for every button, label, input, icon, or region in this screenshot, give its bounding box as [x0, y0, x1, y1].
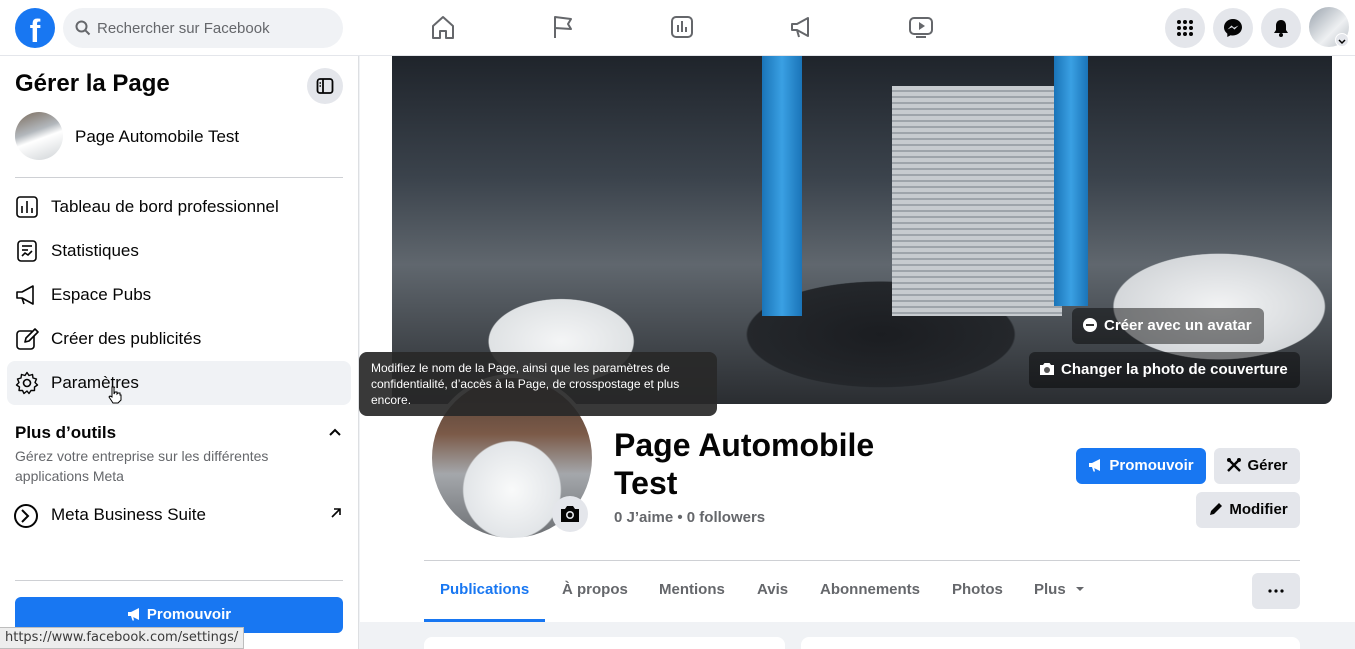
megaphone-icon	[16, 285, 34, 305]
sidebar-item-settings[interactable]: Paramètres	[7, 361, 351, 405]
pencil-icon	[16, 328, 39, 350]
flag-icon[interactable]	[548, 12, 578, 42]
ellipsis-icon	[1268, 589, 1284, 593]
sidebar-title: Gérer la Page	[15, 70, 170, 97]
apps-menu-button[interactable]	[1165, 8, 1205, 48]
cover-garage-door	[892, 86, 1062, 316]
search-icon	[75, 20, 91, 36]
feed-card-left	[424, 637, 785, 649]
search-input[interactable]	[97, 8, 332, 48]
status-bar-url: https://www.facebook.com/settings/	[0, 627, 245, 649]
notifications-button[interactable]	[1261, 8, 1301, 48]
chevron-up-icon[interactable]	[327, 425, 343, 441]
caret-down-icon	[1075, 587, 1084, 591]
manage-page-sidebar: Gérer la Page Page Automobile Test Table…	[0, 56, 359, 649]
settings-tooltip: Modifiez le nom de la Page, ainsi que le…	[359, 352, 717, 416]
hand-cursor-icon	[108, 386, 122, 404]
more-tools-description: Gérez votre entreprise sur les différent…	[15, 448, 269, 484]
meta-business-suite-icon	[14, 504, 38, 528]
sidebar-item-dashboard[interactable]: Tableau de bord professionnel	[7, 185, 351, 229]
page-thumbnail	[15, 112, 63, 160]
tools-icon	[1227, 458, 1242, 472]
promote-label: Promouvoir	[1109, 457, 1194, 474]
tab-more[interactable]: Plus	[1018, 566, 1090, 622]
page-stats: 0 J’aime • 0 followers	[614, 509, 766, 526]
chevron-down-icon[interactable]	[1335, 33, 1349, 47]
messenger-icon	[1224, 19, 1242, 37]
messenger-button[interactable]	[1213, 8, 1253, 48]
sidebar-item-label: Espace Pubs	[51, 285, 152, 304]
manage-button[interactable]: Gérer	[1214, 448, 1300, 484]
page-name: Page Automobile Test	[75, 127, 240, 146]
page-header-card: Créer avec un avatar Changer la photo de…	[360, 56, 1355, 622]
megaphone-icon[interactable]	[787, 12, 817, 42]
more-tools-heading[interactable]: Plus d’outils	[15, 423, 116, 443]
tab-reviews[interactable]: Avis	[741, 566, 804, 622]
divider	[424, 560, 1300, 561]
pencil-icon	[1210, 503, 1223, 515]
sidebar-promote-label: Promouvoir	[146, 606, 232, 623]
collapse-sidebar-button[interactable]	[307, 68, 343, 104]
change-cover-label: Changer la photo de couverture	[1061, 361, 1288, 378]
bell-icon	[1274, 20, 1288, 37]
megaphone-icon	[127, 608, 139, 621]
meta-business-suite-link[interactable]: Meta Business Suite	[7, 493, 351, 537]
facebook-logo[interactable]: f	[15, 8, 55, 48]
sidebar-toggle-icon	[316, 78, 334, 94]
camera-icon	[1040, 363, 1054, 375]
top-navigation-bar: f	[0, 0, 1355, 56]
home-icon[interactable]	[428, 12, 458, 42]
tab-photos[interactable]: Photos	[936, 566, 1019, 622]
sidebar-item-create-ads[interactable]: Créer des publicités	[7, 317, 351, 361]
avatar-icon	[1083, 318, 1097, 332]
stats-icon	[17, 240, 37, 262]
sidebar-item-label: Tableau de bord professionnel	[51, 197, 279, 216]
search-box[interactable]	[63, 8, 343, 48]
tab-mentions[interactable]: Mentions	[643, 566, 741, 622]
cover-lift-pillar	[1054, 56, 1088, 306]
more-options-button[interactable]	[1252, 573, 1300, 609]
tab-followers[interactable]: Abonnements	[804, 566, 936, 622]
divider	[15, 177, 343, 178]
external-link-icon	[331, 508, 341, 518]
change-cover-button[interactable]: Changer la photo de couverture	[1029, 352, 1300, 388]
page-title: Page Automobile Test	[614, 427, 875, 501]
update-profile-picture-button[interactable]	[552, 496, 588, 532]
cover-lift-pillar	[762, 56, 802, 316]
video-icon[interactable]	[906, 12, 936, 42]
page-switcher[interactable]: Page Automobile Test	[15, 112, 345, 160]
meta-business-suite-label: Meta Business Suite	[51, 505, 206, 524]
sidebar-item-label: Créer des publicités	[51, 329, 202, 348]
tab-more-label: Plus	[1034, 581, 1066, 598]
edit-label: Modifier	[1229, 501, 1288, 518]
create-with-avatar-label: Créer avec un avatar	[1104, 317, 1252, 334]
feed-card-right	[801, 637, 1300, 649]
tab-publications[interactable]: Publications	[424, 566, 546, 622]
promote-button[interactable]: Promouvoir	[1076, 448, 1206, 484]
tab-about[interactable]: À propos	[546, 566, 644, 622]
gear-icon	[15, 371, 39, 395]
sidebar-item-statistics[interactable]: Statistiques	[7, 229, 351, 273]
sidebar-item-label: Paramètres	[51, 373, 139, 392]
dashboard-icon	[16, 196, 38, 218]
camera-icon	[561, 506, 579, 522]
create-with-avatar-button[interactable]: Créer avec un avatar	[1072, 308, 1264, 344]
divider	[15, 580, 343, 581]
apps-grid-icon	[1177, 20, 1193, 36]
sidebar-item-label: Statistiques	[51, 241, 139, 260]
edit-button[interactable]: Modifier	[1196, 492, 1300, 528]
sidebar-item-ad-center[interactable]: Espace Pubs	[7, 273, 351, 317]
manage-label: Gérer	[1247, 457, 1288, 474]
megaphone-icon	[1089, 459, 1101, 472]
chart-icon[interactable]	[667, 12, 697, 42]
